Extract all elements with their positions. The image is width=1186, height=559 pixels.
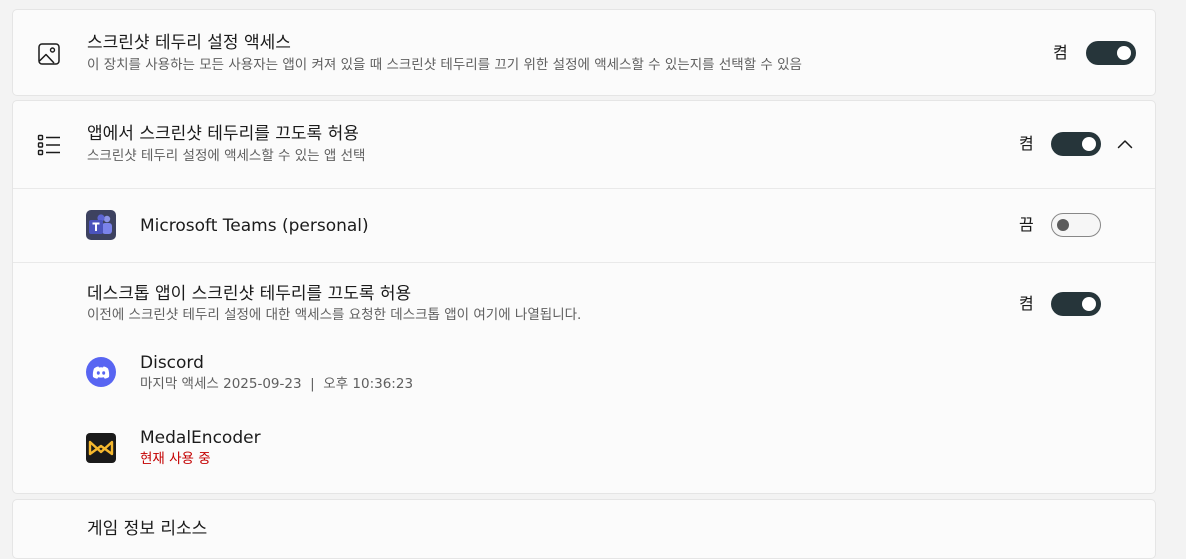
- screenshot-access-toggle[interactable]: [1086, 41, 1136, 65]
- toggle-knob: [1082, 297, 1096, 311]
- apps-section-description: 스크린샷 테두리 설정에 액세스할 수 있는 앱 선택: [87, 148, 366, 164]
- screenshot-access-card: 스크린샷 테두리 설정 액세스 이 장치를 사용하는 모든 사용자는 앱이 켜져…: [12, 9, 1156, 96]
- desktop-section-toggle[interactable]: [1051, 292, 1101, 316]
- discord-logo-icon: [86, 357, 116, 387]
- medal-app-name: MedalEncoder: [140, 428, 261, 448]
- image-frame-icon: [38, 43, 60, 65]
- discord-last-access: 마지막 액세스 2025-09-23 | 오후 10:36:23: [140, 376, 414, 392]
- discord-app-name: Discord: [140, 353, 204, 373]
- list-icon: [37, 134, 60, 156]
- next-section-title: 게임 정보 리소스: [87, 519, 208, 539]
- desktop-section-state-label: 켬: [1019, 294, 1034, 313]
- screenshot-access-title: 스크린샷 테두리 설정 액세스: [87, 33, 291, 53]
- desktop-section-title: 데스크톱 앱이 스크린샷 테두리를 끄도록 허용: [87, 284, 412, 304]
- app-row-teams: Microsoft Teams (personal) 끔: [13, 189, 1155, 262]
- apps-permission-card: 앱에서 스크린샷 테두리를 끄도록 허용 스크린샷 테두리 설정에 액세스할 수…: [12, 100, 1156, 494]
- teams-state-label: 끔: [1019, 215, 1034, 234]
- toggle-knob: [1082, 137, 1096, 151]
- screenshot-access-state-label: 켬: [1053, 43, 1068, 62]
- teams-toggle[interactable]: [1051, 213, 1101, 237]
- apps-section-state-label: 켬: [1019, 134, 1034, 153]
- next-section-card[interactable]: 게임 정보 리소스: [12, 499, 1156, 559]
- divider: [13, 262, 1155, 263]
- apps-section-header[interactable]: 앱에서 스크린샷 테두리를 끄도록 허용 스크린샷 테두리 설정에 액세스할 수…: [13, 101, 1155, 188]
- apps-section-title: 앱에서 스크린샷 테두리를 끄도록 허용: [87, 124, 359, 144]
- toggle-knob: [1117, 46, 1131, 60]
- apps-section-toggle[interactable]: [1051, 132, 1101, 156]
- teams-logo-icon: [86, 210, 116, 240]
- chevron-up-icon[interactable]: [1117, 138, 1133, 150]
- toggle-knob: [1057, 219, 1069, 231]
- medal-logo-icon: [86, 433, 116, 463]
- screenshot-access-description: 이 장치를 사용하는 모든 사용자는 앱이 켜져 있을 때 스크린샷 테두리를 …: [87, 57, 802, 73]
- teams-app-name: Microsoft Teams (personal): [140, 216, 369, 236]
- desktop-section-description: 이전에 스크린샷 테두리 설정에 대한 액세스를 요청한 데스크톱 앱이 여기에…: [87, 307, 582, 323]
- medal-in-use-status: 현재 사용 중: [140, 451, 211, 467]
